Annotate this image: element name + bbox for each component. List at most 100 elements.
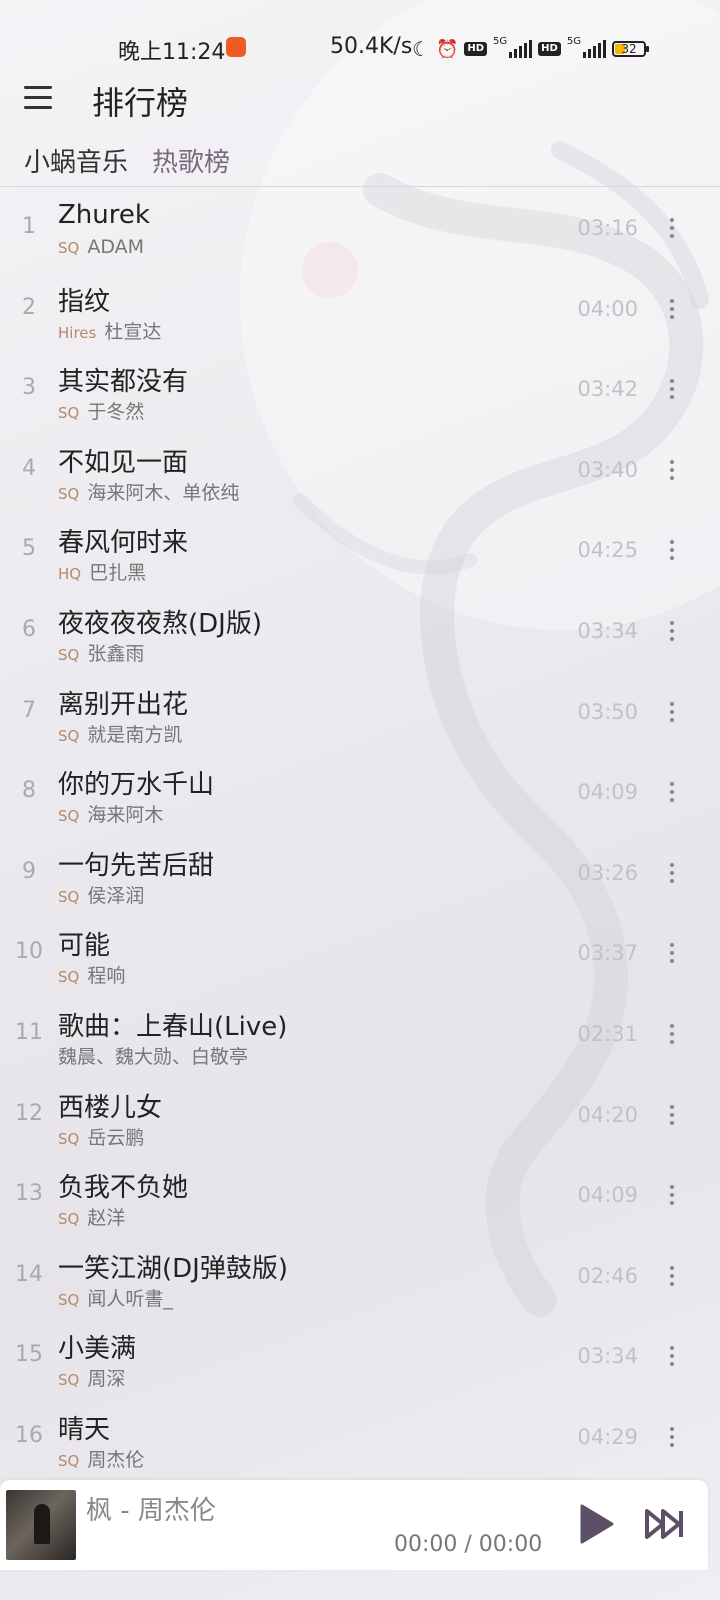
app-notification-icon xyxy=(226,37,246,57)
song-title: 其实都没有 xyxy=(58,367,189,398)
playback-time: 00:00 / 00:00 xyxy=(394,1532,543,1557)
song-duration: 03:34 xyxy=(577,1344,638,1369)
song-row[interactable]: 11 歌曲：上春山(Live) 魏晨、魏大勋、白敬亭 02:31 xyxy=(0,994,720,1075)
song-subtitle: SQ 赵洋 xyxy=(58,1203,125,1230)
song-duration: 03:42 xyxy=(577,377,638,402)
battery-icon: 32 xyxy=(611,41,649,57)
more-options-icon[interactable] xyxy=(668,1023,676,1044)
song-title: 春风何时来 xyxy=(58,528,189,559)
song-artist: 海来阿木 xyxy=(87,804,164,827)
more-options-icon[interactable] xyxy=(668,379,676,400)
more-options-icon[interactable] xyxy=(668,1346,676,1367)
song-row[interactable]: 12 西楼儿女 SQ 岳云鹏 04:20 xyxy=(0,1075,720,1156)
song-subtitle: SQ 周深 xyxy=(58,1364,125,1391)
quality-badge: SQ xyxy=(58,404,80,423)
network-type: 5G xyxy=(493,35,508,47)
song-artist: 张鑫雨 xyxy=(87,642,145,665)
song-artist: ADAM xyxy=(87,236,145,258)
more-options-icon[interactable] xyxy=(668,1104,676,1125)
page-title: 排行榜 xyxy=(92,84,189,122)
song-row[interactable]: 7 离别开出花 SQ 就是南方凯 03:50 xyxy=(0,672,720,753)
status-icons: ☾ ⏰ HD 5G HD 5G 32 xyxy=(412,34,649,64)
song-duration: 03:40 xyxy=(577,457,638,482)
song-subtitle: SQ 岳云鹏 xyxy=(58,1123,144,1150)
song-row[interactable]: 16 晴天 SQ 周杰伦 04:29 xyxy=(0,1397,720,1478)
quality-badge: Hires xyxy=(58,323,97,342)
song-artist: 岳云鹏 xyxy=(87,1126,145,1149)
song-artist: 程响 xyxy=(87,965,126,988)
more-options-icon[interactable] xyxy=(668,862,676,883)
network-speed: 50.4K/s xyxy=(330,34,413,59)
song-title: 负我不负她 xyxy=(58,1173,189,1204)
song-subtitle: 魏晨、魏大勋、白敬亭 xyxy=(58,1042,248,1069)
more-options-icon[interactable] xyxy=(668,298,676,319)
menu-icon[interactable] xyxy=(24,86,52,110)
more-options-icon[interactable] xyxy=(668,701,676,722)
song-title: 西楼儿女 xyxy=(58,1092,163,1123)
moon-icon: ☾ xyxy=(412,37,430,61)
skip-next-icon[interactable] xyxy=(644,1508,686,1540)
quality-badge: SQ xyxy=(58,726,80,745)
song-row[interactable]: 15 小美满 SQ 周深 03:34 xyxy=(0,1316,720,1397)
song-duration: 03:50 xyxy=(577,699,638,724)
battery-level: 32 xyxy=(621,42,637,56)
song-artist: 巴扎黑 xyxy=(89,562,147,585)
song-subtitle: SQ 海来阿木、单依纯 xyxy=(58,478,239,505)
more-options-icon[interactable] xyxy=(668,218,676,238)
now-playing-title[interactable]: 枫 - 周杰伦 xyxy=(86,1490,216,1527)
song-title: 一笑江湖(DJ弹鼓版) xyxy=(58,1253,288,1284)
song-duration: 04:20 xyxy=(577,1102,638,1127)
song-row[interactable]: 5 春风何时来 HQ 巴扎黑 04:25 xyxy=(0,510,720,591)
song-row[interactable]: 10 可能 SQ 程响 03:37 xyxy=(0,913,720,994)
song-row[interactable]: 1 Zhurek SQ ADAM 03:16 xyxy=(0,188,720,269)
quality-badge: SQ xyxy=(58,968,80,987)
song-title: 可能 xyxy=(58,931,111,962)
album-cover[interactable] xyxy=(6,1490,76,1560)
quality-badge: SQ xyxy=(58,1451,80,1470)
play-icon[interactable] xyxy=(576,1504,616,1544)
song-row[interactable]: 4 不如见一面 SQ 海来阿木、单依纯 03:40 xyxy=(0,430,720,511)
song-title: Zhurek xyxy=(58,200,150,230)
signal-icon-2 xyxy=(582,40,606,58)
song-duration: 04:29 xyxy=(577,1424,638,1449)
tab-xiaowo-music[interactable]: 小蜗音乐 xyxy=(24,142,128,179)
song-rank: 10 xyxy=(15,939,43,965)
song-rank: 7 xyxy=(22,697,36,723)
song-row[interactable]: 3 其实都没有 SQ 于冬然 03:42 xyxy=(0,349,720,430)
song-subtitle: SQ 周杰伦 xyxy=(58,1445,144,1472)
song-artist: 于冬然 xyxy=(87,401,145,424)
chart-tabs: 小蜗音乐 热歌榜 xyxy=(24,142,230,179)
mini-player[interactable]: 枫 - 周杰伦 00:00 / 00:00 xyxy=(0,1480,708,1570)
song-artist: 魏晨、魏大勋、白敬亭 xyxy=(58,1045,249,1068)
song-row[interactable]: 6 夜夜夜夜熬(DJ版) SQ 张鑫雨 03:34 xyxy=(0,591,720,672)
song-row[interactable]: 9 一句先苦后甜 SQ 侯泽润 03:26 xyxy=(0,833,720,914)
more-options-icon[interactable] xyxy=(668,1265,676,1286)
song-duration: 04:09 xyxy=(577,1183,638,1208)
song-rank: 4 xyxy=(22,455,36,481)
song-row[interactable]: 8 你的万水千山 SQ 海来阿木 04:09 xyxy=(0,752,720,833)
song-rank: 8 xyxy=(22,778,36,804)
song-row[interactable]: 2 指纹 Hires 杜宣达 04:00 xyxy=(0,269,720,350)
song-rank: 14 xyxy=(15,1261,43,1287)
song-subtitle: SQ 于冬然 xyxy=(58,397,144,424)
song-artist: 周杰伦 xyxy=(87,1448,145,1471)
song-rank: 11 xyxy=(15,1019,43,1045)
more-options-icon[interactable] xyxy=(668,620,676,641)
quality-badge: SQ xyxy=(58,645,80,664)
more-options-icon[interactable] xyxy=(668,943,676,964)
song-subtitle: SQ 就是南方凯 xyxy=(58,720,182,747)
signal-icon xyxy=(509,40,533,58)
more-options-icon[interactable] xyxy=(668,782,676,803)
song-rank: 12 xyxy=(15,1100,43,1126)
more-options-icon[interactable] xyxy=(668,1426,676,1447)
divider xyxy=(0,186,720,187)
song-list: 1 Zhurek SQ ADAM 03:16 2 指纹 Hires 杜宣达 04:00 3 其实都没有… xyxy=(0,188,720,1478)
song-row[interactable]: 14 一笑江湖(DJ弹鼓版) SQ 闻人听書_ 02:46 xyxy=(0,1236,720,1317)
more-options-icon[interactable] xyxy=(668,1185,676,1206)
tab-hot-songs[interactable]: 热歌榜 xyxy=(152,142,230,179)
more-options-icon[interactable] xyxy=(668,459,676,480)
song-row[interactable]: 13 负我不负她 SQ 赵洋 04:09 xyxy=(0,1155,720,1236)
more-options-icon[interactable] xyxy=(668,540,676,561)
network-type-2: 5G xyxy=(566,35,581,47)
song-duration: 04:25 xyxy=(577,538,638,563)
